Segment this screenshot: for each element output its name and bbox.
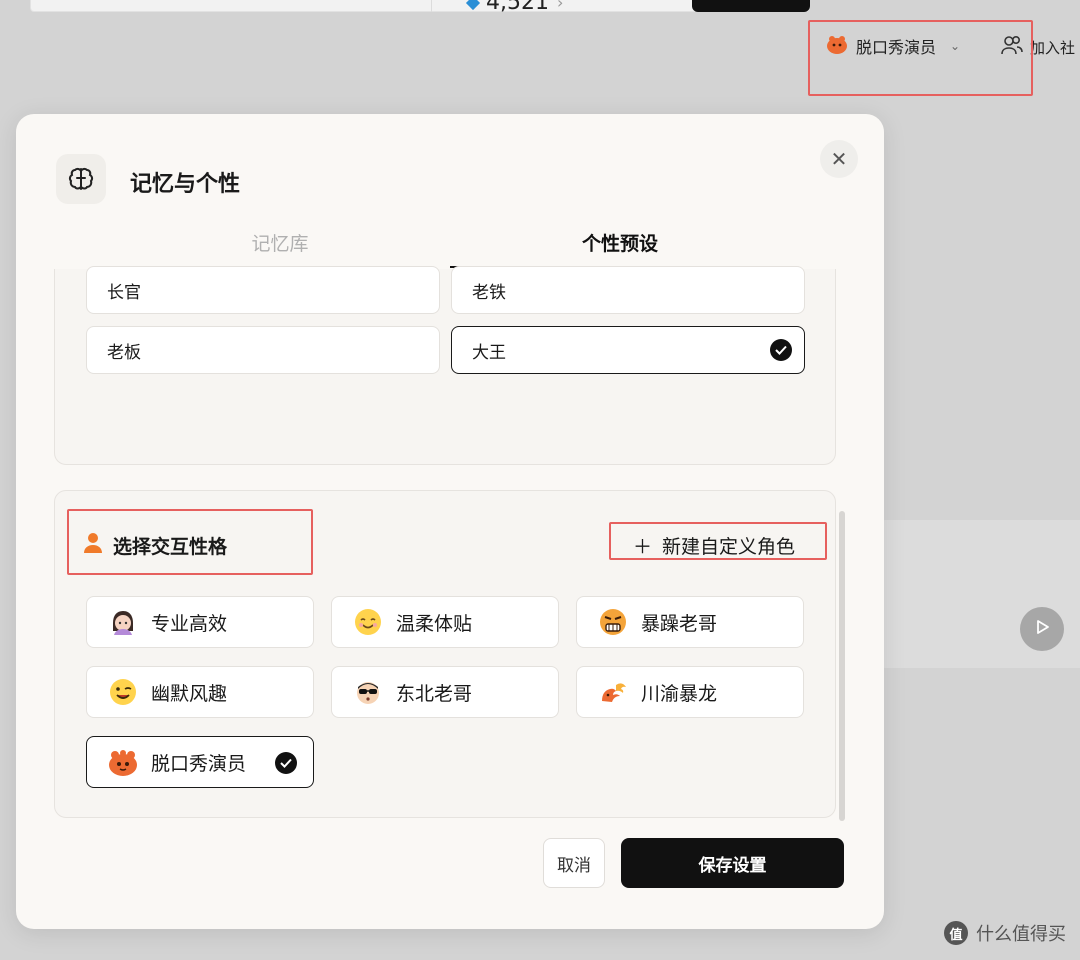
persona-card-label: 暴躁老哥	[641, 612, 718, 635]
address-option[interactable]: 长官	[86, 266, 440, 314]
stat-counter-value: 4,521	[486, 0, 549, 15]
persona-style-section: 选择交互性格 ＋ 新建自定义角色 专业高效 温柔体贴 暴躁老哥 幽默风趣 东北老…	[54, 490, 845, 821]
fire-dragon-emoji-icon	[597, 676, 629, 708]
watermark-badge: 值	[944, 921, 968, 945]
smiling-face-emoji-icon	[352, 606, 384, 638]
new-custom-role-label: 新建自定义角色	[662, 536, 796, 558]
persona-card[interactable]: 专业高效	[86, 596, 314, 648]
addressing-options-section: 长官 老铁 老板 大王	[54, 266, 836, 546]
close-icon: ✕	[830, 147, 848, 171]
address-option-label: 长官	[107, 282, 141, 303]
address-option-label: 老板	[107, 342, 141, 363]
watermark: 值 什么值得买	[944, 920, 1066, 946]
check-icon	[770, 339, 792, 361]
close-button[interactable]: ✕	[820, 140, 858, 178]
address-option-selected[interactable]: 大王	[451, 326, 805, 374]
send-button[interactable]	[1020, 607, 1064, 651]
persona-card[interactable]: 东北老哥	[331, 666, 559, 718]
address-option-label: 老铁	[472, 282, 506, 303]
persona-section-title: 选择交互性格	[83, 532, 227, 559]
join-community-label: 加入社	[1030, 38, 1076, 57]
professional-woman-emoji-icon	[107, 606, 139, 638]
persona-card[interactable]: 川渝暴龙	[576, 666, 804, 718]
persona-card-label: 川渝暴龙	[641, 682, 718, 705]
persona-card-label: 东北老哥	[396, 682, 473, 705]
person-icon	[83, 532, 103, 559]
tab-persona-presets[interactable]: 个性预设	[450, 229, 790, 269]
watermark-text: 什么值得买	[976, 924, 1066, 945]
persona-card[interactable]: 幽默风趣	[86, 666, 314, 718]
address-option[interactable]: 老板	[86, 326, 440, 374]
tab-memory-bank[interactable]: 记忆库	[110, 229, 450, 269]
annotation-highlight-persona-selector	[808, 20, 1033, 96]
persona-card-selected[interactable]: 脱口秀演员	[86, 736, 314, 788]
diamond-icon	[465, 0, 481, 10]
new-custom-role-button[interactable]: ＋ 新建自定义角色	[633, 532, 795, 559]
brain-icon	[56, 154, 106, 204]
cancel-button[interactable]: 取消	[543, 838, 605, 888]
address-option[interactable]: 老铁	[451, 266, 805, 314]
memory-personality-dialog: 记忆与个性 ✕ 记忆库 个性预设 长官 老铁 老板 大王 选择交互性格	[16, 114, 884, 929]
save-settings-button[interactable]: 保存设置	[621, 838, 844, 888]
check-icon	[275, 752, 297, 774]
dialog-title: 记忆与个性	[130, 172, 241, 197]
plus-icon: ＋	[633, 536, 653, 558]
toolbar-divider	[431, 0, 432, 12]
persona-card[interactable]: 温柔体贴	[331, 596, 559, 648]
persona-card[interactable]: 暴躁老哥	[576, 596, 804, 648]
address-option-label: 大王	[472, 342, 506, 363]
background-dark-button[interactable]	[692, 0, 810, 12]
stat-counter[interactable]: 4,521 ›	[465, 0, 564, 15]
winking-face-emoji-icon	[107, 676, 139, 708]
angry-face-emoji-icon	[597, 606, 629, 638]
sunglasses-guy-emoji-icon	[352, 676, 384, 708]
scrollbar[interactable]	[839, 511, 845, 821]
persona-card-label: 专业高效	[151, 612, 228, 635]
persona-section-title-text: 选择交互性格	[113, 536, 228, 558]
send-icon	[1034, 619, 1050, 639]
persona-card-label: 脱口秀演员	[151, 752, 247, 775]
persona-card-label: 幽默风趣	[151, 682, 228, 705]
orange-creature-emoji-icon	[107, 746, 139, 778]
chevron-right-icon: ›	[556, 0, 564, 12]
persona-card-label: 温柔体贴	[396, 612, 473, 635]
